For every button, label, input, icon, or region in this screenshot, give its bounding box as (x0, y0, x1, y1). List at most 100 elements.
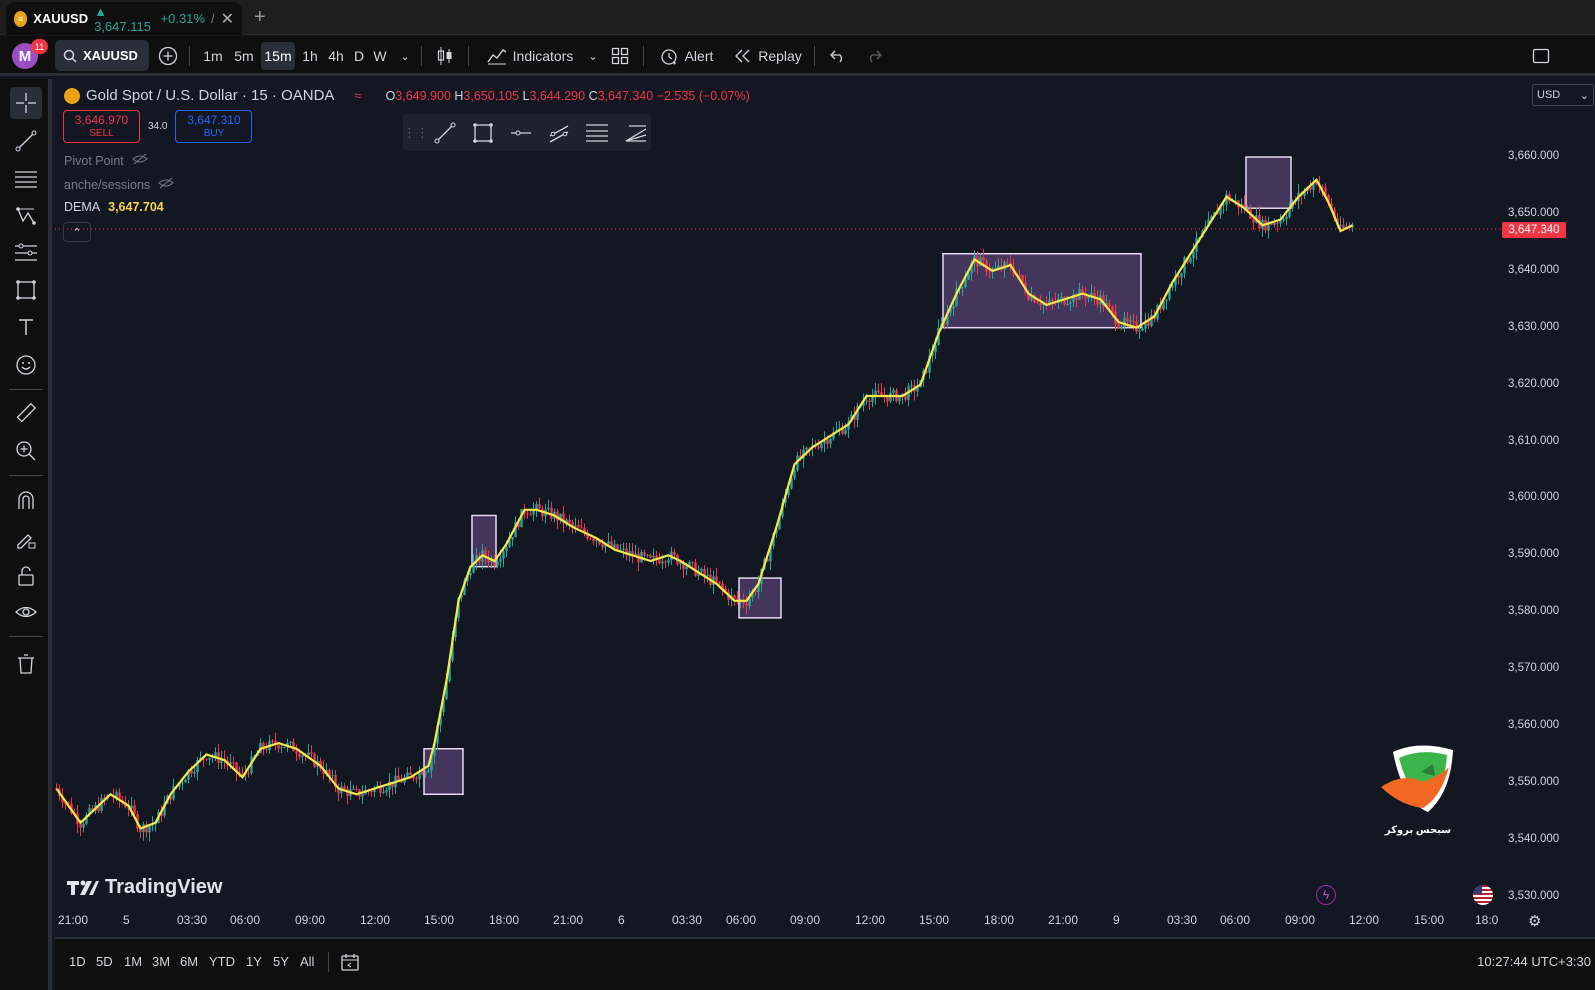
time-axis-label: 09:00 (295, 913, 326, 927)
symbol-search-button[interactable]: XAUUSD (55, 40, 149, 71)
range-1m[interactable]: 1M (124, 954, 142, 969)
zoom-tool[interactable] (10, 435, 42, 467)
price-axis-label: 3,610.000 (1508, 434, 1560, 447)
timeframe-1h[interactable]: 1h (298, 42, 322, 70)
trend-line-tool[interactable] (10, 125, 42, 157)
pencil-lock-icon (17, 534, 36, 549)
buy-button[interactable]: 3,647.310 BUY (175, 110, 253, 143)
candle-body (424, 772, 427, 775)
range-1d[interactable]: 1D (69, 954, 86, 969)
candle-body (193, 771, 196, 774)
new-tab-icon[interactable]: + (254, 6, 266, 29)
price-chart[interactable] (55, 79, 1595, 937)
eye-hidden-icon[interactable] (158, 177, 174, 192)
time-axis-label: 9 (1113, 913, 1120, 927)
indicators-button[interactable]: Indicators (478, 42, 582, 70)
pattern-tool[interactable] (10, 200, 42, 232)
indicator-dema[interactable]: DEMA 3,647.704 (64, 200, 164, 214)
timeframe-1m[interactable]: 1m (198, 42, 228, 70)
range-1y[interactable]: 1Y (246, 954, 262, 969)
timeframe-w[interactable]: W (371, 42, 389, 70)
collapse-legend-button[interactable]: ⌃ (63, 222, 91, 242)
drag-handle-icon[interactable]: ⋮⋮ (403, 118, 429, 148)
chart-pane[interactable]: Gold Spot / U.S. Dollar · 15 · OANDA ≈ O… (55, 79, 1595, 937)
timeframe-d[interactable]: D (351, 42, 367, 70)
indicators-dropdown-icon[interactable]: ⌄ (586, 42, 600, 70)
calendar-icon[interactable] (340, 952, 360, 975)
range-all[interactable]: All (300, 954, 314, 969)
chart-type-button[interactable] (432, 42, 458, 70)
crosshair-tool[interactable] (10, 87, 42, 119)
fib-fan-icon[interactable] (619, 118, 651, 148)
candle-body (283, 747, 286, 749)
candle-body (280, 747, 283, 749)
range-3m[interactable]: 3M (152, 954, 170, 969)
line-tool-icon[interactable] (429, 118, 461, 148)
candle-body (295, 751, 298, 754)
lightning-icon[interactable]: ϟ (1316, 885, 1336, 905)
eye-hidden-icon[interactable] (131, 153, 148, 168)
price-axis-label: 3,590.000 (1508, 548, 1560, 561)
range-5y[interactable]: 5Y (273, 954, 289, 969)
layouts-button[interactable] (607, 42, 633, 70)
timeframe-5m[interactable]: 5m (229, 42, 259, 70)
fib-tool[interactable] (10, 163, 42, 195)
alert-button[interactable]: Alert (653, 42, 719, 70)
candle-body (868, 400, 871, 403)
parallel-channel-icon[interactable] (543, 118, 575, 148)
ohlc-values: O3,649.900 H3,650.105 L3,644.290 C3,647.… (385, 88, 750, 103)
indicator-pivot[interactable]: Pivot Point (64, 153, 148, 168)
highlight-box (738, 577, 782, 619)
chevron-down-icon: ⌄ (1579, 89, 1589, 102)
compare-symbol-button[interactable] (156, 42, 180, 70)
utc-clock[interactable]: 10:27:44 UTC+3:30 (1477, 954, 1591, 969)
forecast-tool[interactable] (10, 237, 42, 269)
sell-button[interactable]: 3,646.970 SELL (63, 110, 140, 143)
range-5d[interactable]: 5D (96, 954, 113, 969)
candle-body (589, 538, 592, 540)
candle-body (829, 438, 832, 444)
candle-body (535, 504, 538, 509)
indicator-sessions[interactable]: anche/sessions (64, 177, 174, 192)
shape-tool[interactable] (10, 274, 42, 306)
symbol-title[interactable]: Gold Spot / U.S. Dollar · 15 · OANDA (86, 87, 334, 104)
hide-drawings-tool[interactable] (10, 596, 42, 628)
timeframe-15m[interactable]: 15m (261, 42, 295, 70)
settings-gear-icon[interactable]: ⚙ (1528, 912, 1541, 930)
toolbar-divider (189, 46, 190, 66)
horizontal-line-icon[interactable] (505, 118, 537, 148)
range-6m[interactable]: 6M (180, 954, 198, 969)
candle-body (820, 443, 823, 449)
candle-body (613, 544, 616, 548)
tv-logo-icon (67, 880, 99, 895)
candle-body (649, 554, 652, 558)
currency-select[interactable]: USD ⌄ (1532, 84, 1594, 106)
lock-drawings-tool[interactable] (10, 560, 42, 592)
browser-tab-xauusd[interactable]: ≡ XAUUSD ▲ 3,647.115 +0.31% / ✕ (6, 2, 242, 35)
timeframe-4h[interactable]: 4h (324, 42, 348, 70)
stay-in-drawing-tool[interactable] (10, 523, 42, 555)
us-flag-icon[interactable] (1473, 885, 1493, 905)
emoji-tool[interactable] (10, 349, 42, 381)
replay-button[interactable]: Replay (730, 42, 806, 70)
text-tool[interactable] (10, 311, 42, 343)
candle-body (271, 740, 274, 742)
rectangle-tool-icon[interactable] (467, 118, 499, 148)
candle-body (331, 775, 334, 777)
measure-tool[interactable] (10, 397, 42, 429)
remove-drawings-tool[interactable] (10, 648, 42, 680)
range-ytd[interactable]: YTD (209, 954, 235, 969)
magnet-tool[interactable] (10, 484, 42, 516)
time-axis-label: 06:00 (230, 913, 261, 927)
close-tab-icon[interactable]: ✕ (221, 9, 234, 29)
prediction-icon (15, 243, 37, 261)
redo-button[interactable] (862, 42, 886, 70)
candle-body (1252, 218, 1255, 223)
candle-body (1036, 302, 1039, 304)
undo-button[interactable] (826, 42, 850, 70)
fib-levels-icon[interactable] (581, 118, 613, 148)
fullscreen-button[interactable] (1528, 42, 1554, 70)
timeframe-dropdown-icon[interactable]: ⌄ (396, 42, 414, 70)
chevron-up-icon: ⌃ (72, 226, 82, 239)
candle-body (826, 439, 829, 444)
